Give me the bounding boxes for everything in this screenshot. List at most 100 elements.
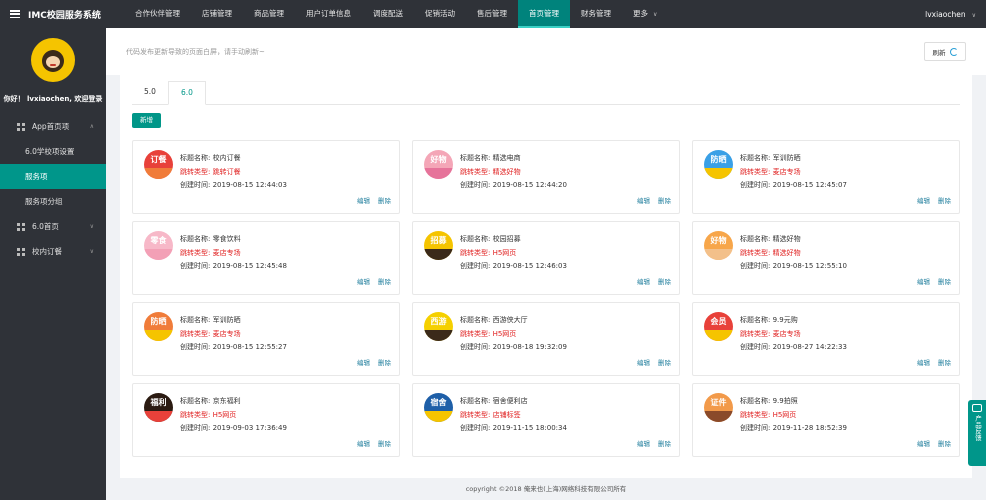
delete-button[interactable]: 删除 (378, 357, 391, 367)
card-title: 宿舍便利店 (492, 397, 528, 405)
sidebar-item-service-group[interactable]: 服务项分组 (0, 189, 106, 214)
type-label: 跳转类型: (740, 410, 771, 419)
delete-button[interactable]: 删除 (938, 195, 951, 205)
service-card: 会员 标题名称: 9.9元购 跳转类型: 麦店专场 创建时间: 2019-08-27 … (692, 302, 960, 376)
edit-button[interactable]: 编辑 (637, 276, 650, 286)
delete-button[interactable]: 删除 (658, 357, 671, 367)
title-label: 标题名称: (460, 397, 491, 405)
delete-button[interactable]: 删除 (658, 438, 671, 448)
menu-toggle-icon[interactable] (10, 10, 20, 18)
thumbnail-band (144, 411, 173, 422)
nav-more-label: 更多 (633, 9, 648, 18)
type-label: 跳转类型: (460, 167, 491, 176)
nav-home-manage[interactable]: 首页管理 (518, 0, 570, 28)
edit-button[interactable]: 编辑 (637, 438, 650, 448)
time-label: 创建时间: (460, 343, 491, 351)
tab-5-0[interactable]: 5.0 (132, 81, 168, 105)
sidebar-item-app-home[interactable]: App首页项 ∧ (0, 114, 106, 139)
card-type: H5网页 (772, 410, 797, 419)
card-time-row: 创建时间: 2019-11-15 18:00:34 (460, 422, 567, 436)
title-label: 标题名称: (740, 154, 771, 162)
delete-button[interactable]: 删除 (938, 438, 951, 448)
service-card: 福利 标题名称: 京东福利 跳转类型: H5网页 创建时间: 2019-09-03 1… (132, 383, 400, 457)
sidebar-item-campus-order[interactable]: 校内订餐 ∨ (0, 239, 106, 264)
sidebar-item-school-settings[interactable]: 6.0学校项设置 (0, 139, 106, 164)
nav-store[interactable]: 店铺管理 (191, 0, 243, 28)
card-type: 跳转订餐 (212, 167, 241, 176)
card-time: 2019-11-28 18:52:39 (772, 424, 847, 432)
service-thumbnail-text: 防晒 (150, 317, 167, 326)
card-actions: 编辑 删除 (637, 276, 671, 286)
edit-button[interactable]: 编辑 (357, 357, 370, 367)
edit-button[interactable]: 编辑 (917, 195, 930, 205)
card-title: 京东福利 (212, 397, 241, 405)
card-type-row: 跳转类型: 麦店专场 (180, 328, 287, 342)
card-time-row: 创建时间: 2019-08-15 12:45:48 (180, 260, 287, 274)
edit-button[interactable]: 编辑 (357, 195, 370, 205)
card-info: 标题名称: 精选电商 跳转类型: 精选好物 创建时间: 2019-08-15 12:… (460, 152, 567, 193)
delete-button[interactable]: 删除 (658, 195, 671, 205)
feedback-button[interactable]: 产品反馈 (968, 400, 986, 466)
top-nav: 合作伙伴管理 店铺管理 商品管理 用户订单信息 调度配送 促销活动 售后管理 首… (124, 0, 668, 28)
card-type: 麦店专场 (212, 329, 241, 338)
delete-button[interactable]: 删除 (378, 438, 391, 448)
type-label: 跳转类型: (180, 248, 211, 257)
card-title: 零食饮料 (212, 235, 241, 243)
card-info: 标题名称: 校园招募 跳转类型: H5网页 创建时间: 2019-08-15 12:… (460, 233, 567, 274)
nav-orders[interactable]: 用户订单信息 (295, 0, 362, 28)
add-button[interactable]: 新增 (132, 113, 161, 128)
app-title: IMC校园服务系统 (28, 10, 101, 21)
card-time: 2019-08-15 12:46:03 (492, 262, 567, 270)
card-time: 2019-08-15 12:45:48 (212, 262, 287, 270)
edit-button[interactable]: 编辑 (357, 438, 370, 448)
tab-6-0[interactable]: 6.0 (167, 81, 206, 105)
edit-button[interactable]: 编辑 (637, 357, 650, 367)
card-info: 标题名称: 精选好物 跳转类型: 精选好物 创建时间: 2019-08-15 12:… (740, 233, 847, 274)
delete-button[interactable]: 删除 (938, 357, 951, 367)
nav-aftersale[interactable]: 售后管理 (466, 0, 518, 28)
edit-button[interactable]: 编辑 (357, 276, 370, 286)
card-time-row: 创建时间: 2019-08-15 12:45:07 (740, 179, 847, 193)
delete-button[interactable]: 删除 (378, 276, 391, 286)
service-card: 证件 标题名称: 9.9拍照 跳转类型: H5网页 创建时间: 2019-11-28 … (692, 383, 960, 457)
title-label: 标题名称: (740, 235, 771, 243)
edit-button[interactable]: 编辑 (917, 438, 930, 448)
service-thumbnail-icon: 会员 (704, 312, 733, 341)
nav-finance[interactable]: 财务管理 (570, 0, 622, 28)
card-type: 麦店专场 (772, 167, 801, 176)
card-time: 2019-08-27 14:22:33 (772, 343, 847, 351)
refresh-button[interactable]: 刷新 (924, 42, 966, 61)
type-label: 跳转类型: (180, 410, 211, 419)
edit-button[interactable]: 编辑 (917, 276, 930, 286)
delete-button[interactable]: 删除 (658, 276, 671, 286)
thumbnail-band (424, 330, 453, 341)
title-label: 标题名称: (180, 235, 211, 243)
nav-more[interactable]: 更多 ∨ (622, 0, 668, 28)
edit-button[interactable]: 编辑 (917, 357, 930, 367)
nav-dispatch[interactable]: 调度配送 (362, 0, 414, 28)
delete-button[interactable]: 删除 (378, 195, 391, 205)
card-title: 军训防晒 (212, 316, 241, 324)
service-thumbnail-text: 好物 (430, 155, 447, 164)
card-title: 军训防晒 (772, 154, 801, 162)
card-type: 精选好物 (492, 167, 521, 176)
sidebar-item-home6[interactable]: 6.0首页 ∨ (0, 214, 106, 239)
service-thumbnail-icon: 西游 (424, 312, 453, 341)
card-time-row: 创建时间: 2019-08-15 12:46:03 (460, 260, 567, 274)
user-menu[interactable]: lvxiaochen ∨ (925, 10, 976, 19)
nav-promo[interactable]: 促销活动 (414, 0, 466, 28)
card-title: 9.9元购 (772, 316, 798, 324)
service-card: 零食 标题名称: 零食饮料 跳转类型: 麦店专场 创建时间: 2019-08-15 1… (132, 221, 400, 295)
edit-button[interactable]: 编辑 (637, 195, 650, 205)
card-title: 西游侠大厅 (492, 316, 528, 324)
time-label: 创建时间: (740, 262, 771, 270)
card-time: 2019-08-18 19:32:09 (492, 343, 567, 351)
type-label: 跳转类型: (460, 329, 491, 338)
delete-button[interactable]: 删除 (938, 276, 951, 286)
card-info: 标题名称: 9.9元购 跳转类型: 麦店专场 创建时间: 2019-08-27 14… (740, 314, 847, 355)
sidebar-item-service[interactable]: 服务项 (0, 164, 106, 189)
card-time: 2019-08-15 12:45:07 (772, 181, 847, 189)
nav-partner[interactable]: 合作伙伴管理 (124, 0, 191, 28)
nav-goods[interactable]: 商品管理 (243, 0, 295, 28)
card-title-row: 标题名称: 京东福利 (180, 395, 287, 409)
